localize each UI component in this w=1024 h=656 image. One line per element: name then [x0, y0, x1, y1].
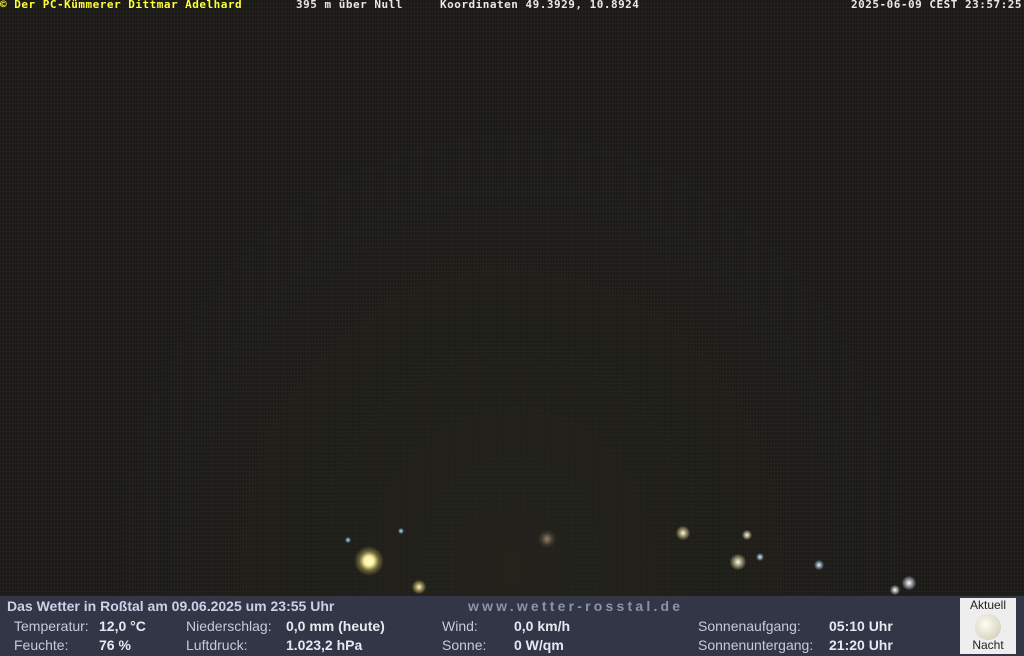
street-light: [354, 546, 384, 576]
weather-info-bar: Das Wetter in Roßtal am 09.06.2025 um 23…: [0, 596, 1024, 656]
website-link[interactable]: www.wetter-rosstal.de: [468, 598, 683, 614]
moon-top-label: Aktuell: [969, 598, 1007, 612]
street-light: [756, 553, 764, 561]
humidity-label: Feuchte:: [14, 637, 69, 653]
coordinates-text: Koordinaten 49.3929, 10.8924: [440, 0, 640, 11]
street-light: [742, 530, 752, 540]
moon-phase-box: Aktuell Nacht: [960, 598, 1016, 654]
street-light: [676, 526, 690, 540]
sunrise-value: 05:10 Uhr: [829, 618, 893, 634]
sun-label: Sonne:: [442, 637, 487, 653]
pressure-label: Luftdruck:: [186, 637, 248, 653]
street-light: [890, 585, 900, 595]
temperature-label: Temperatur:: [14, 618, 89, 634]
street-light: [412, 580, 426, 594]
pressure-value: 1.023,2 hPa: [286, 637, 363, 653]
temperature-value: 12,0 °C: [99, 618, 146, 634]
moon-bottom-label: Nacht: [972, 638, 1004, 652]
wind-value: 0,0 km/h: [514, 618, 571, 634]
street-light: [345, 537, 351, 543]
precipitation-label: Niederschlag:: [186, 618, 272, 634]
street-light: [730, 554, 746, 570]
humidity-value: 76 %: [99, 637, 131, 653]
full-moon-icon: [975, 614, 1001, 640]
webcam-night-image: © Der PC-Kümmerer Dittmar Adelhard 395 m…: [0, 0, 1024, 596]
street-light: [538, 530, 556, 548]
sunset-value: 21:20 Uhr: [829, 637, 893, 653]
precipitation-value: 0,0 mm (heute): [286, 618, 385, 634]
sunset-label: Sonnenuntergang:: [698, 637, 814, 653]
copyright-text: © Der PC-Kümmerer Dittmar Adelhard: [0, 0, 243, 11]
altitude-text: 395 m über Null: [296, 0, 403, 11]
street-light: [902, 576, 916, 590]
street-light: [398, 528, 404, 534]
sunrise-label: Sonnenaufgang:: [698, 618, 801, 634]
weather-title: Das Wetter in Roßtal am 09.06.2025 um 23…: [7, 598, 335, 614]
sun-value: 0 W/qm: [514, 637, 564, 653]
street-light: [814, 560, 824, 570]
timestamp-text: 2025-06-09 CEST 23:57:25: [851, 0, 1022, 11]
wind-label: Wind:: [442, 618, 478, 634]
